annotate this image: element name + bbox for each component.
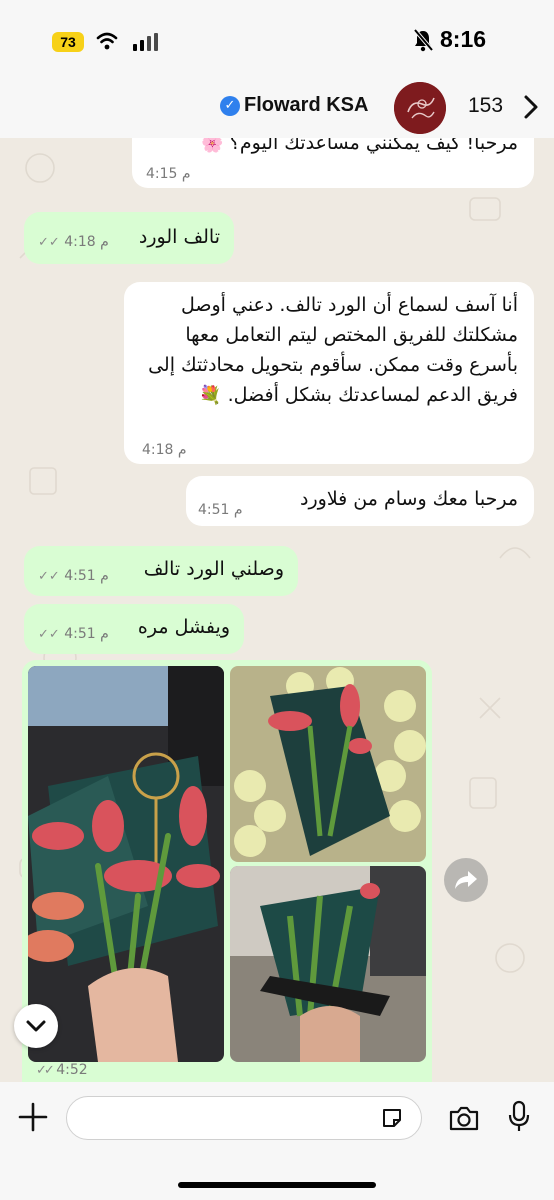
bell-slash-icon bbox=[413, 28, 434, 52]
contact-avatar[interactable] bbox=[394, 82, 446, 134]
tulip-roses-image bbox=[230, 666, 426, 862]
read-receipt-icon: ✓✓ bbox=[36, 1063, 55, 1078]
plus-icon[interactable] bbox=[18, 1102, 48, 1132]
wifi-icon bbox=[96, 32, 118, 50]
message-input[interactable] bbox=[66, 1096, 422, 1140]
message-time: 4:18 م bbox=[142, 442, 187, 458]
battery-indicator: 73 bbox=[52, 32, 84, 52]
message-time: 4:51 م bbox=[198, 502, 243, 518]
message-time: 4:51 م bbox=[64, 626, 109, 642]
verified-badge-icon: ✓ bbox=[220, 96, 240, 116]
photo-album-bubble[interactable]: ✓✓ 4:52 bbox=[22, 660, 432, 1082]
message-time: 4:18 م bbox=[64, 234, 109, 250]
message-bubble-outgoing[interactable]: ✓✓ 4:51 م وصلني الورد تالف bbox=[24, 546, 298, 596]
read-receipt-icon: ✓✓ bbox=[38, 569, 63, 584]
message-time: 4:51 م bbox=[64, 568, 109, 584]
message-text: مرحبا معك وسام من فلاورد bbox=[300, 488, 518, 510]
contact-name[interactable]: Floward KSA bbox=[244, 94, 368, 117]
flower-photo[interactable] bbox=[28, 666, 224, 1062]
status-bar: 73 8:16 bbox=[0, 0, 554, 80]
status-time: 8:16 bbox=[440, 26, 487, 52]
message-bubble-outgoing[interactable]: ✓✓ 4:18 م تالف الورد bbox=[24, 212, 234, 264]
composer-bar bbox=[0, 1082, 554, 1200]
forward-button[interactable] bbox=[444, 858, 488, 902]
chat-area[interactable]: مرحبا! كيف يمكنني مساعدتك اليوم؟ 🌸 4:15 … bbox=[0, 138, 554, 1082]
flower-photo[interactable] bbox=[230, 866, 426, 1062]
forward-icon bbox=[455, 871, 477, 889]
unread-count[interactable]: 153 bbox=[468, 94, 503, 118]
message-time: 4:15 م bbox=[146, 166, 191, 182]
message-text: تالف الورد bbox=[138, 226, 220, 248]
camera-icon[interactable] bbox=[448, 1104, 480, 1132]
message-bubble-outgoing[interactable]: ✓✓ 4:51 م ويفشل مره bbox=[24, 604, 244, 654]
tulip-bouquet-street-image bbox=[230, 866, 426, 1062]
home-indicator bbox=[178, 1182, 376, 1188]
message-emoji: 💐 bbox=[199, 385, 222, 406]
sticker-icon[interactable] bbox=[380, 1106, 404, 1130]
message-text: وصلني الورد تالف bbox=[143, 558, 284, 580]
message-text: ويفشل مره bbox=[137, 616, 230, 638]
message-text: مرحبا! كيف يمكنني مساعدتك اليوم؟ bbox=[229, 138, 518, 154]
read-receipt-icon: ✓✓ bbox=[38, 627, 63, 642]
microphone-icon[interactable] bbox=[508, 1100, 530, 1134]
tulip-bouquet-car-image bbox=[28, 666, 224, 1062]
message-bubble-incoming[interactable]: مرحبا معك وسام من فلاورد 4:51 م bbox=[186, 476, 534, 526]
floward-logo-icon bbox=[394, 82, 446, 134]
chevron-down-icon bbox=[26, 1020, 46, 1032]
message-bubble-incoming[interactable]: أنا آسف لسماع أن الورد تالف. دعني أوصل م… bbox=[124, 282, 534, 464]
flower-photo[interactable] bbox=[230, 666, 426, 862]
message-bubble-incoming[interactable]: مرحبا! كيف يمكنني مساعدتك اليوم؟ 🌸 4:15 … bbox=[132, 138, 534, 188]
read-receipt-icon: ✓✓ bbox=[38, 235, 63, 250]
chevron-right-icon[interactable] bbox=[522, 94, 540, 120]
scroll-to-bottom-button[interactable] bbox=[14, 1004, 58, 1048]
message-time: 4:52 bbox=[56, 1062, 88, 1078]
cellular-signal-icon bbox=[133, 33, 158, 51]
message-emoji: 🌸 bbox=[201, 138, 224, 154]
chat-header[interactable]: ✓ Floward KSA 153 bbox=[0, 80, 554, 138]
